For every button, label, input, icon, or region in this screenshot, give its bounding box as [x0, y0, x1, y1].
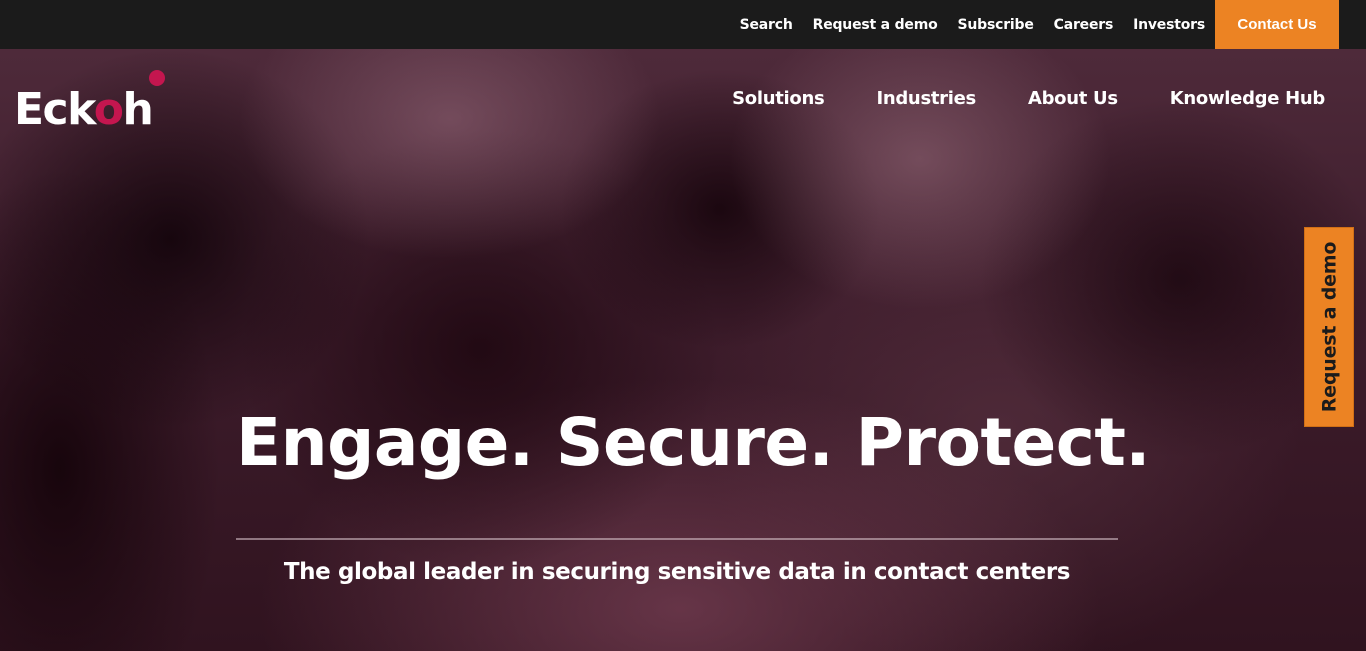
eckoh-logo[interactable]: Eckoh	[14, 70, 165, 132]
logo-wordmark: Eckoh	[14, 88, 154, 132]
hero: Eckoh Solutions Industries About Us Know…	[0, 49, 1366, 651]
logo-prefix: Eck	[14, 84, 95, 135]
utility-bar: Search Request a demo Subscribe Careers …	[0, 0, 1366, 49]
page: Search Request a demo Subscribe Careers …	[0, 0, 1366, 651]
utility-link-search[interactable]: Search	[740, 17, 793, 33]
hero-subtitle: The global leader in securing sensitive …	[283, 559, 1071, 585]
nav-item-solutions[interactable]: Solutions	[732, 88, 825, 109]
nav-item-about-us[interactable]: About Us	[1028, 88, 1118, 109]
logo-highlight-letter: o	[93, 84, 124, 135]
hero-divider	[236, 538, 1118, 540]
utility-nav: Search Request a demo Subscribe Careers …	[740, 0, 1366, 49]
logo-dot-icon	[149, 70, 165, 86]
main-nav: Solutions Industries About Us Knowledge …	[680, 83, 1325, 113]
hero-title: Engage. Secure. Protect.	[236, 404, 1151, 481]
utility-link-investors[interactable]: Investors	[1133, 17, 1205, 33]
logo-suffix: h	[122, 84, 153, 135]
contact-us-button[interactable]: Contact Us	[1215, 0, 1339, 49]
utility-link-careers[interactable]: Careers	[1054, 17, 1114, 33]
utility-link-request-demo[interactable]: Request a demo	[813, 17, 938, 33]
nav-item-knowledge-hub[interactable]: Knowledge Hub	[1170, 88, 1326, 109]
request-demo-side-tab[interactable]: Request a demo	[1304, 227, 1354, 427]
utility-link-subscribe[interactable]: Subscribe	[958, 17, 1034, 33]
side-tab-label: Request a demo	[1318, 241, 1341, 413]
nav-item-industries[interactable]: Industries	[876, 88, 976, 109]
